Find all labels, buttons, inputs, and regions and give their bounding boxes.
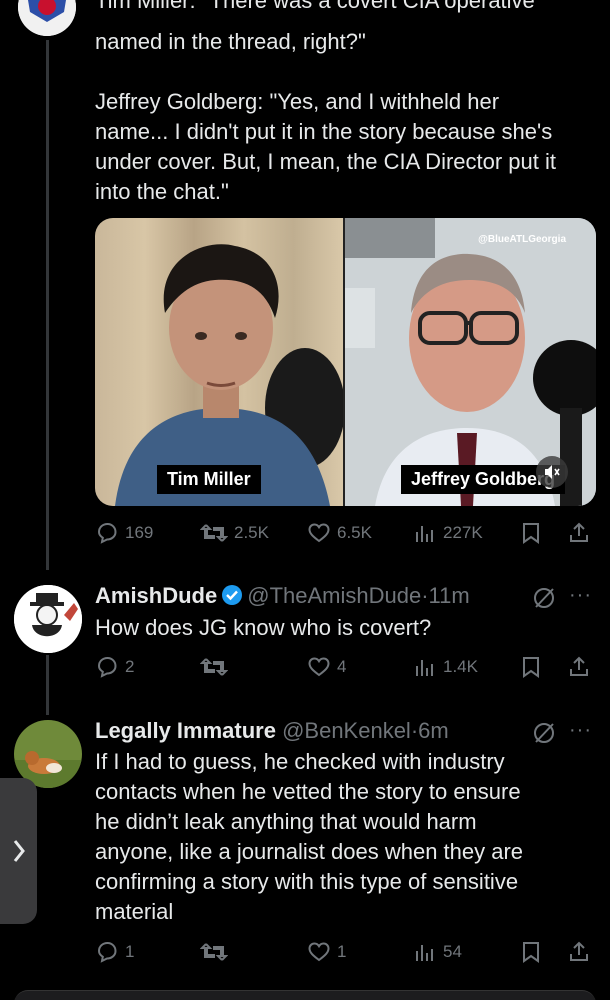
more-icon[interactable]: ··· [569,719,592,742]
bookmark-button[interactable] [519,937,543,967]
verified-icon [222,585,243,605]
separator-dot: · [421,583,429,608]
tweet-text-quote: Jeffrey Goldberg: "Yes, and I withheld h… [95,89,557,204]
bookmark-icon [523,523,539,544]
name-tag-left: Tim Miller [157,465,261,494]
chevron-right-icon [13,840,25,862]
share-button[interactable] [567,652,591,682]
video-left-panel: Tim Miller [95,218,345,506]
reply-count: 1 [125,942,135,961]
mute-icon[interactable] [536,456,568,488]
repost-count: 2.5K [234,523,269,542]
like-button[interactable]: 6.5K [307,518,372,548]
views-button[interactable]: 54 [413,937,462,967]
reply-count: 2 [125,657,135,676]
reply-display-name[interactable]: Legally Immature [95,718,276,743]
reply-count: 169 [125,523,154,542]
more-icon[interactable]: ··· [569,584,592,607]
repost-button[interactable] [200,937,228,967]
repost-button[interactable] [200,652,228,682]
reply-text: If I had to guess, he checked with indus… [95,749,524,924]
views-button[interactable]: 227K [413,518,483,548]
share-icon [570,522,588,542]
views-button[interactable]: 1.4K [413,652,478,682]
like-icon [308,942,330,962]
tweet-text-top-partial: Tim Miller: "There was a covert CIA oper… [95,0,535,13]
reply-text: How does JG know who is covert? [95,615,432,640]
reply-button[interactable]: 1 [95,937,134,967]
like-button[interactable]: 1 [307,937,346,967]
reply-header-legallyimmature: Legally Immature @BenKenkel·6m [95,716,449,746]
reply-avatar-amishdude[interactable] [14,585,82,653]
like-icon [308,657,330,677]
grok-icon[interactable] [531,585,557,611]
views-count: 54 [443,942,462,961]
reply-button[interactable]: 2 [95,652,134,682]
reply-header-amishdude: AmishDude @TheAmishDude·11m [95,581,470,611]
views-icon [416,945,433,961]
reply-button[interactable]: 169 [95,518,153,548]
reply-icon [97,656,117,678]
views-count: 227K [443,523,483,542]
reply-icon [97,522,117,544]
like-count: 1 [337,942,347,961]
bookmark-button[interactable] [519,652,543,682]
share-button[interactable] [567,937,591,967]
tweet-video[interactable]: Tim Miller @BlueATLGeorgia Jeffrey Goldb… [95,218,596,506]
reply-display-name[interactable]: AmishDude [95,583,217,608]
views-count: 1.4K [443,657,478,676]
reply-time[interactable]: 6m [418,718,449,743]
like-count: 6.5K [337,523,372,542]
reply-actions-legallyimmature: 1 1 54 [95,937,595,967]
thread-line-reply1 [46,655,49,715]
person-left-image [115,244,345,506]
like-button[interactable]: 4 [307,652,346,682]
views-icon [416,660,433,676]
reply-handle[interactable]: @TheAmishDude [247,583,421,608]
video-watermark: @BlueATLGeorgia [478,234,566,245]
reply-handle[interactable]: @BenKenkel [282,718,411,743]
video-right-panel: @BlueATLGeorgia Jeffrey Goldberg [345,218,596,506]
tweet-text-line: named in the thread, right?" [95,29,366,54]
share-icon [570,941,588,961]
repost-icon [200,524,228,542]
main-tweet-actions: 169 2.5K 6.5K 227K [95,518,595,548]
thread-line-main [46,40,49,570]
reply-actions-amishdude: 2 4 1.4K [95,652,595,682]
repost-icon [200,658,228,676]
bookmark-icon [523,657,539,678]
author-avatar[interactable] [18,0,76,36]
share-button[interactable] [567,518,591,548]
repost-icon [200,943,228,961]
views-icon [416,526,433,542]
share-icon [570,656,588,676]
side-panel-handle[interactable] [0,778,37,924]
reply-icon [97,941,117,963]
bottom-composer-bar[interactable] [14,990,596,1000]
bookmark-button[interactable] [519,518,543,548]
repost-button[interactable]: 2.5K [200,518,269,548]
reply-time[interactable]: 11m [429,583,470,608]
bookmark-icon [523,942,539,963]
grok-icon[interactable] [531,720,557,746]
like-count: 4 [337,657,347,676]
like-icon [308,523,330,543]
